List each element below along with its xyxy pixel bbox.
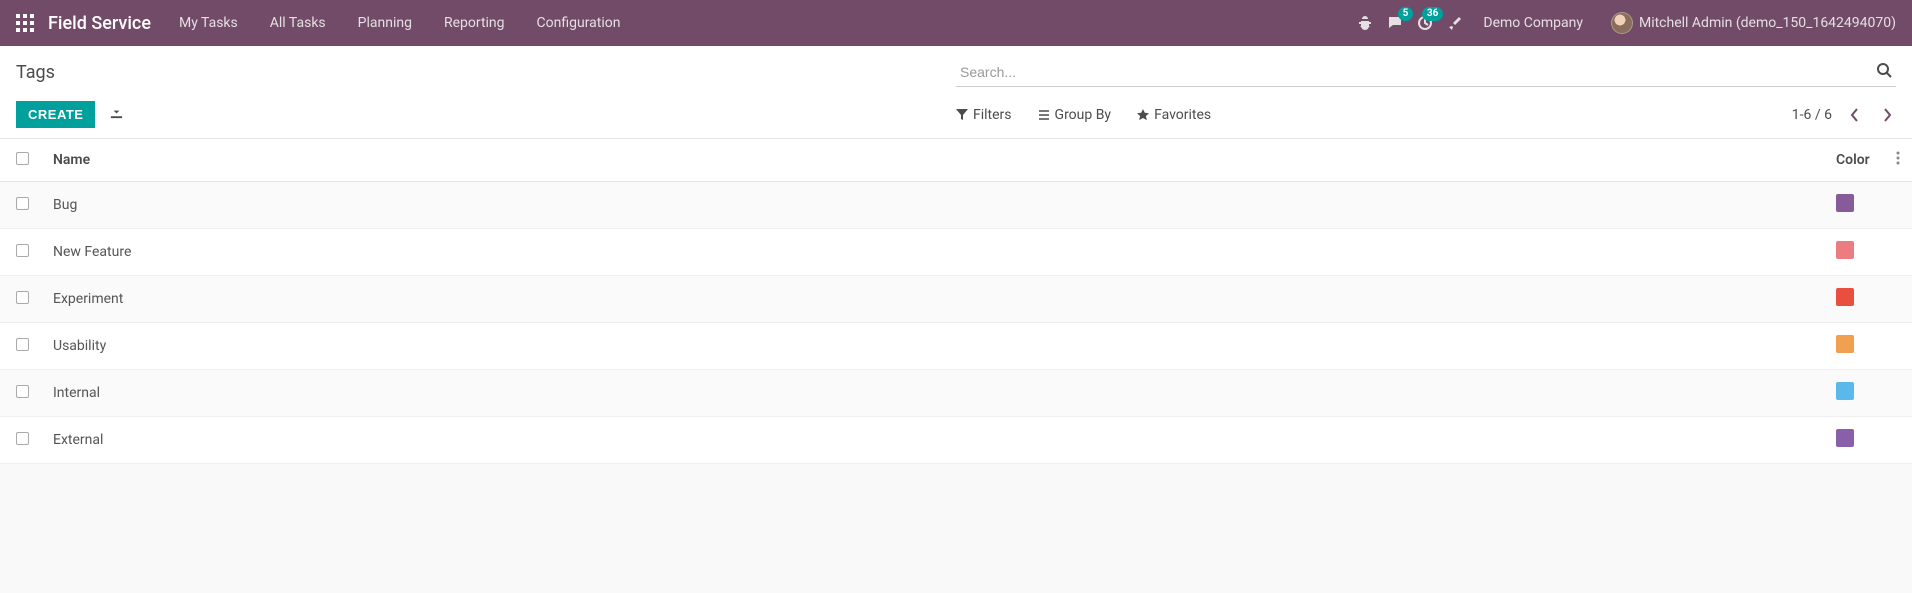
row-checkbox[interactable]	[16, 244, 29, 257]
kebab-icon	[1896, 153, 1900, 169]
activities-badge: 36	[1422, 7, 1443, 21]
breadcrumb: Tags	[16, 62, 55, 83]
row-checkbox[interactable]	[16, 197, 29, 210]
header-checkbox-col	[0, 139, 41, 182]
left-actions: Create	[16, 101, 124, 128]
color-swatch	[1836, 288, 1854, 306]
header-color[interactable]: Color	[1824, 139, 1884, 182]
nav-planning[interactable]: Planning	[358, 15, 412, 31]
favorites-label: Favorites	[1154, 107, 1211, 123]
search-icon[interactable]	[1876, 62, 1892, 82]
pager-prev[interactable]	[1846, 104, 1864, 126]
nav-my-tasks[interactable]: My Tasks	[179, 15, 238, 31]
favorites-button[interactable]: Favorites	[1137, 107, 1211, 123]
cell-name: Usability	[41, 323, 1824, 370]
table-row[interactable]: External	[0, 417, 1912, 464]
header-optional[interactable]	[1884, 139, 1912, 182]
color-swatch	[1836, 382, 1854, 400]
search-input[interactable]	[956, 58, 1896, 87]
cell-color	[1824, 417, 1884, 464]
systray: 5 36 Demo Company Mitchell Admin (demo_1…	[1357, 12, 1896, 34]
select-all-checkbox[interactable]	[16, 152, 29, 165]
cell-color	[1824, 323, 1884, 370]
cell-name: External	[41, 417, 1824, 464]
debug-icon[interactable]	[1357, 15, 1373, 31]
tools-icon[interactable]	[1447, 15, 1463, 31]
table-row[interactable]: Internal	[0, 370, 1912, 417]
app-name[interactable]: Field Service	[48, 13, 151, 34]
create-button[interactable]: Create	[16, 101, 95, 128]
topbar: Field Service My Tasks All Tasks Plannin…	[0, 0, 1912, 46]
user-menu[interactable]: Mitchell Admin (demo_150_1642494070)	[1611, 12, 1896, 34]
table-row[interactable]: Usability	[0, 323, 1912, 370]
table: Name Color BugNew FeatureExperimentUsabi…	[0, 139, 1912, 464]
filters-button[interactable]: Filters	[956, 107, 1012, 123]
pager-text: 1-6 / 6	[1792, 107, 1832, 123]
color-swatch	[1836, 429, 1854, 447]
apps-icon[interactable]	[16, 14, 34, 32]
pager-next[interactable]	[1878, 104, 1896, 126]
company-switcher[interactable]: Demo Company	[1483, 15, 1583, 31]
nav-configuration[interactable]: Configuration	[537, 15, 621, 31]
nav-all-tasks[interactable]: All Tasks	[270, 15, 326, 31]
import-icon[interactable]	[109, 105, 124, 124]
avatar	[1611, 12, 1633, 34]
row-checkbox[interactable]	[16, 291, 29, 304]
cell-color	[1824, 182, 1884, 229]
list-view: Name Color BugNew FeatureExperimentUsabi…	[0, 139, 1912, 464]
row-checkbox[interactable]	[16, 385, 29, 398]
color-swatch	[1836, 335, 1854, 353]
cell-name: Experiment	[41, 276, 1824, 323]
control-panel: Tags Create Filters Group By	[0, 46, 1912, 139]
right-controls: Filters Group By Favorites 1-6 / 6	[956, 104, 1896, 126]
cell-name: Internal	[41, 370, 1824, 417]
username: Mitchell Admin (demo_150_1642494070)	[1639, 15, 1896, 31]
activities-icon[interactable]: 36	[1417, 15, 1433, 31]
pager: 1-6 / 6	[1792, 104, 1896, 126]
cell-color	[1824, 276, 1884, 323]
nav-reporting[interactable]: Reporting	[444, 15, 505, 31]
nav-menu: My Tasks All Tasks Planning Reporting Co…	[179, 15, 621, 31]
table-row[interactable]: Experiment	[0, 276, 1912, 323]
groupby-button[interactable]: Group By	[1038, 107, 1112, 123]
color-swatch	[1836, 241, 1854, 259]
table-row[interactable]: New Feature	[0, 229, 1912, 276]
search-wrap	[956, 58, 1896, 87]
cell-name: Bug	[41, 182, 1824, 229]
cell-name: New Feature	[41, 229, 1824, 276]
table-row[interactable]: Bug	[0, 182, 1912, 229]
messages-icon[interactable]: 5	[1387, 15, 1403, 31]
groupby-label: Group By	[1055, 107, 1112, 123]
row-checkbox[interactable]	[16, 432, 29, 445]
search-filters: Filters Group By Favorites	[956, 107, 1211, 123]
cell-color	[1824, 229, 1884, 276]
color-swatch	[1836, 194, 1854, 212]
cell-color	[1824, 370, 1884, 417]
header-name[interactable]: Name	[41, 139, 1824, 182]
table-header-row: Name Color	[0, 139, 1912, 182]
messages-badge: 5	[1398, 7, 1414, 21]
filters-label: Filters	[973, 107, 1012, 123]
row-checkbox[interactable]	[16, 338, 29, 351]
